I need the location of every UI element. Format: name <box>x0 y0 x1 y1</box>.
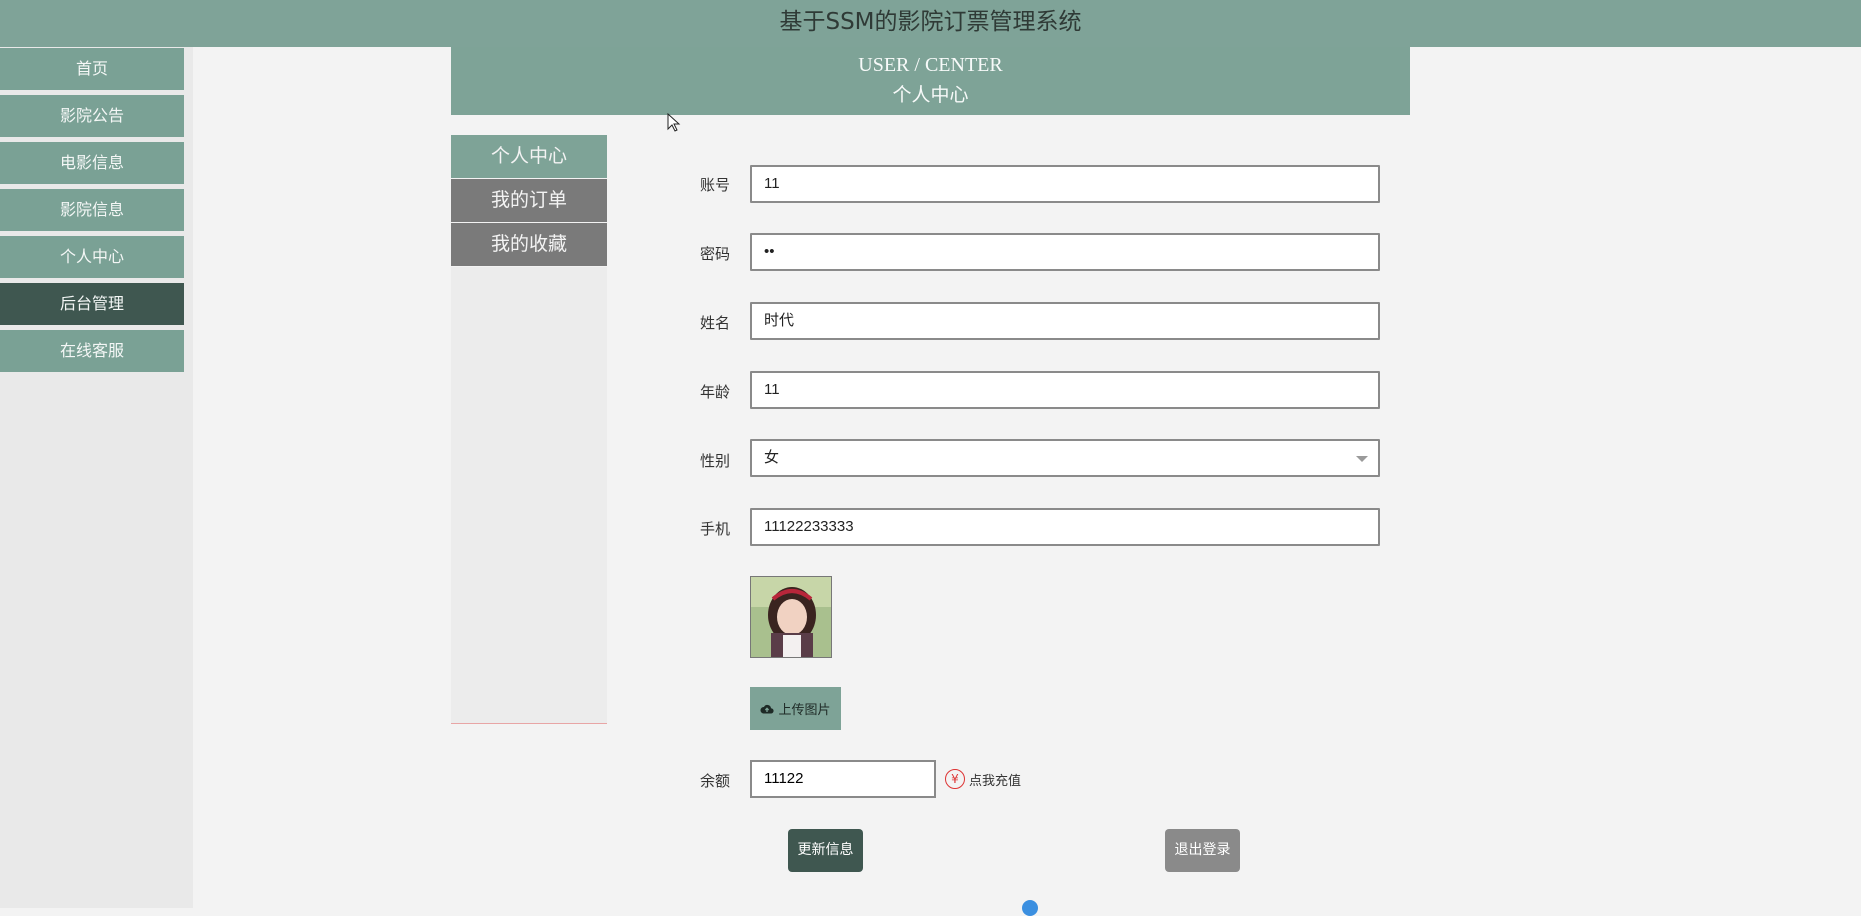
submenu-panel <box>451 267 607 724</box>
phone-field[interactable]: 11122233333 <box>750 508 1380 546</box>
avatar-photo <box>751 577 831 657</box>
nav-item-movies[interactable]: 电影信息 <box>0 142 184 184</box>
update-info-button[interactable]: 更新信息 <box>788 829 863 872</box>
submenu-item-favorites[interactable]: 我的收藏 <box>451 223 607 266</box>
upload-image-button[interactable]: 上传图片 <box>750 687 841 730</box>
chevron-down-icon <box>1356 456 1368 462</box>
password-label: 密码 <box>700 245 731 263</box>
name-field[interactable]: 时代 <box>750 302 1380 340</box>
recharge-label: 点我充值 <box>969 773 1022 789</box>
gender-label: 性别 <box>700 452 731 470</box>
account-field[interactable]: 11 <box>750 165 1380 203</box>
gender-select[interactable]: 女 <box>750 439 1380 477</box>
scroll-indicator-icon[interactable] <box>1022 900 1038 916</box>
yen-icon: ¥ <box>945 769 965 789</box>
user-submenu: 个人中心 我的订单 我的收藏 <box>451 135 607 267</box>
balance-field[interactable]: 11122 <box>750 760 936 798</box>
phone-label: 手机 <box>700 520 731 538</box>
age-field[interactable]: 11 <box>750 371 1380 409</box>
nav-item-home[interactable]: 首页 <box>0 48 184 90</box>
account-label: 账号 <box>700 176 731 194</box>
password-field[interactable]: •• <box>750 233 1380 271</box>
balance-label: 余额 <box>700 772 731 790</box>
recharge-link[interactable]: ¥ 点我充值 <box>945 769 1021 789</box>
mouse-cursor-icon <box>667 113 681 132</box>
main-nav: 首页 影院公告 电影信息 影院信息 个人中心 后台管理 在线客服 <box>0 48 184 377</box>
submenu-item-orders[interactable]: 我的订单 <box>451 179 607 222</box>
submenu-item-profile[interactable]: 个人中心 <box>451 135 607 178</box>
logout-button[interactable]: 退出登录 <box>1165 829 1240 872</box>
age-label: 年龄 <box>700 383 731 401</box>
app-title: 基于SSM的影院订票管理系统 <box>779 9 1082 35</box>
page-header: USER / CENTER 个人中心 <box>451 47 1410 115</box>
page-title-en: USER / CENTER <box>858 54 1003 76</box>
nav-item-user-center[interactable]: 个人中心 <box>0 236 184 278</box>
gender-selected-value: 女 <box>764 449 780 466</box>
nav-item-admin[interactable]: 后台管理 <box>0 283 184 325</box>
name-label: 姓名 <box>700 314 731 332</box>
nav-item-customer-service[interactable]: 在线客服 <box>0 330 184 372</box>
nav-item-announcements[interactable]: 影院公告 <box>0 95 184 137</box>
upload-image-label: 上传图片 <box>778 703 831 718</box>
cloud-upload-icon <box>760 704 775 713</box>
page-title-zh: 个人中心 <box>892 85 969 106</box>
avatar <box>750 576 832 658</box>
app-title-bar: 基于SSM的影院订票管理系统 <box>0 0 1861 47</box>
nav-item-cinemas[interactable]: 影院信息 <box>0 189 184 231</box>
